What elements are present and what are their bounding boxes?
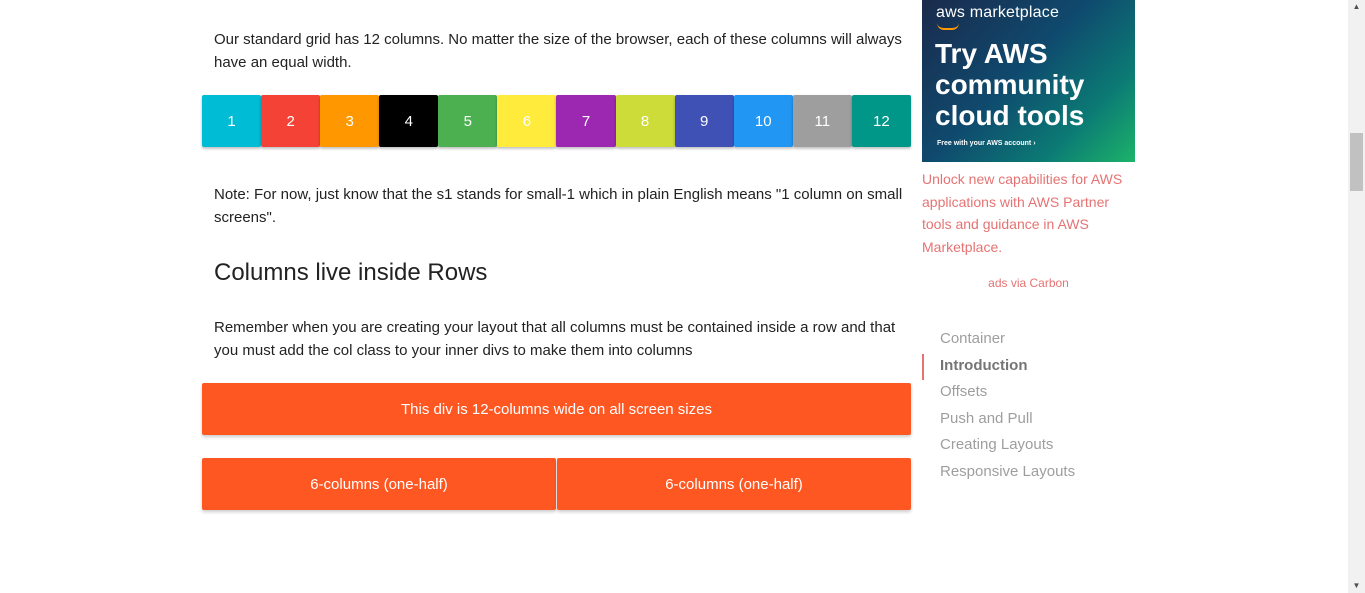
grid-cell-6: 6 [497, 95, 557, 147]
rows-paragraph: Remember when you are creating your layo… [214, 319, 896, 359]
grid-cell-11: 11 [792, 95, 852, 147]
ad-banner-image[interactable]: aws marketplace Try AWS community cloud … [922, 0, 1135, 162]
intro-paragraph: Our standard grid has 12 columns. No mat… [214, 31, 902, 71]
toc-item-container[interactable]: Container [922, 327, 1135, 354]
grid-cell-2: 2 [261, 95, 321, 147]
scrollbar-thumb[interactable] [1350, 133, 1363, 191]
half-column-left: 6-columns (one-half) [202, 458, 556, 510]
toc-item-introduction[interactable]: Introduction [922, 353, 1135, 380]
toc-item-offsets[interactable]: Offsets [922, 380, 1135, 407]
note-paragraph: Note: For now, just know that the s1 sta… [214, 186, 903, 226]
scroll-down-arrow-icon[interactable]: ▼ [1348, 579, 1365, 593]
toc-item-push-and-pull[interactable]: Push and Pull [922, 407, 1135, 434]
half-columns-row: 6-columns (one-half) 6-columns (one-half… [202, 458, 911, 510]
grid-cell-8: 8 [615, 95, 675, 147]
grid-cell-10: 10 [733, 95, 793, 147]
page: Our standard grid has 12 columns. No mat… [0, 0, 1365, 593]
ad-headline: Try AWS community cloud tools [935, 38, 1085, 131]
toc-item-creating-layouts[interactable]: Creating Layouts [922, 433, 1135, 460]
grid-cell-1: 1 [202, 95, 262, 147]
half-column-right: 6-columns (one-half) [557, 458, 911, 510]
grid-cell-4: 4 [379, 95, 439, 147]
ads-via-carbon-link[interactable]: ads via Carbon [922, 276, 1135, 290]
table-of-contents: Container Introduction Offsets Push and … [922, 327, 1135, 486]
full-width-column-demo: This div is 12-columns wide on all scree… [202, 383, 911, 435]
grid-cell-7: 7 [556, 95, 616, 147]
aws-marketplace-logo: aws marketplace [936, 4, 1060, 21]
grid-cell-9: 9 [674, 95, 734, 147]
toc-item-responsive-layouts[interactable]: Responsive Layouts [922, 460, 1135, 487]
vertical-scrollbar[interactable]: ▲ ▼ [1348, 0, 1365, 593]
grid-cell-3: 3 [320, 95, 380, 147]
grid-cell-12: 12 [851, 95, 911, 147]
ad-description-link[interactable]: Unlock new capabilities for AWS applicat… [922, 168, 1135, 258]
section-heading: Columns live inside Rows [214, 259, 488, 286]
aws-smile-icon [937, 23, 959, 30]
ad-small-print: Free with your AWS account › [937, 140, 1036, 147]
scroll-up-arrow-icon[interactable]: ▲ [1348, 0, 1365, 14]
grid-demo-row: 1 2 3 4 5 6 7 8 9 10 11 12 [202, 95, 911, 147]
grid-cell-5: 5 [438, 95, 498, 147]
